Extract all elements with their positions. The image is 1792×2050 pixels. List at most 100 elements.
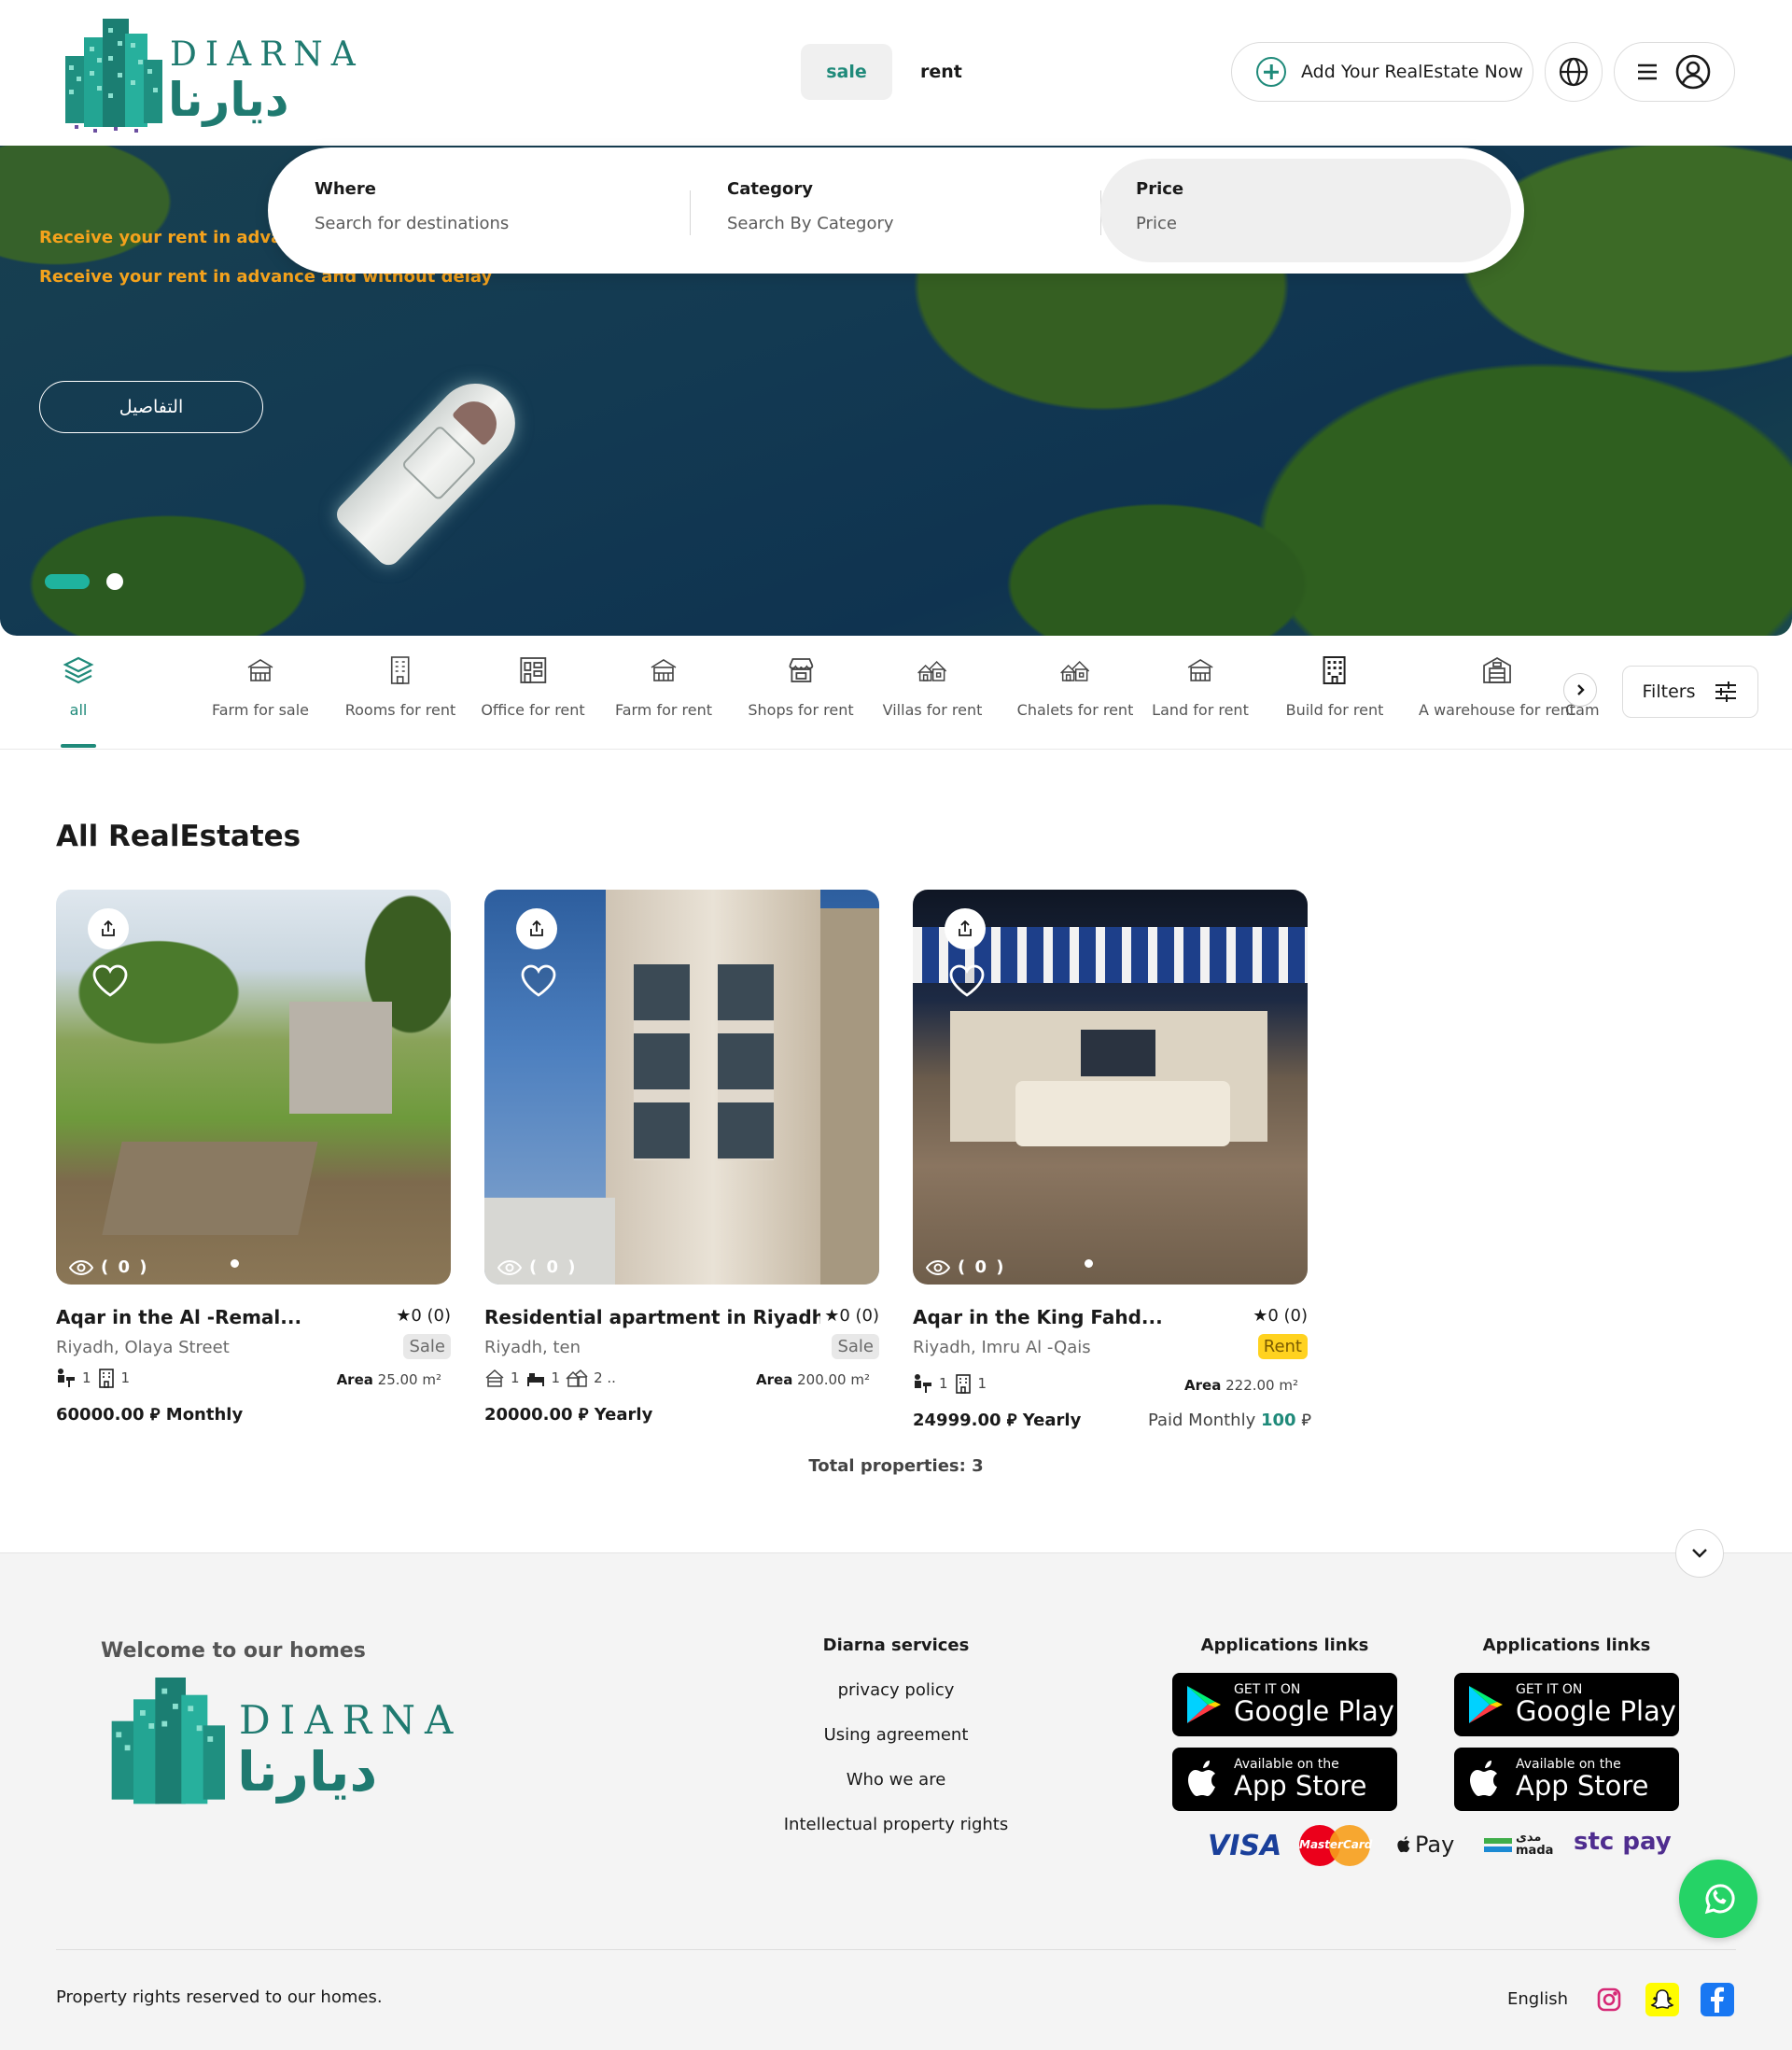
price-value: 24999.00 [913, 1411, 1001, 1430]
share-icon [959, 920, 972, 936]
feature-count: 1 [939, 1375, 948, 1392]
category-label: Build for rent [1285, 701, 1384, 719]
hamburger-icon [1638, 63, 1657, 80]
area-value: 222.00 m² [1225, 1377, 1298, 1394]
property-photo[interactable]: ( 0 ) [56, 890, 451, 1285]
share-button[interactable] [945, 908, 986, 949]
snapchat-link[interactable] [1645, 1983, 1679, 2016]
scroll-down-button[interactable] [1675, 1529, 1724, 1578]
category-input[interactable]: Search By Category [727, 214, 1100, 233]
layers-icon [63, 656, 94, 684]
brand-logo[interactable]: DIARNA ديارنا [56, 15, 356, 134]
house-outline-icon [566, 1369, 588, 1387]
category-farm-for-rent[interactable]: Farm for rent [615, 654, 712, 719]
feature-count: 1 [120, 1369, 131, 1386]
add-realestate-button[interactable]: Add Your RealEstate Now [1231, 42, 1533, 102]
hero-details-button[interactable]: التفاصيل [39, 381, 263, 433]
status-badge: Sale [403, 1334, 451, 1359]
category-label: Chalets for rent [1016, 701, 1134, 719]
property-title[interactable]: Aqar in the Al -Remal... [56, 1306, 355, 1328]
category-bar: all Farm for sale Rooms for rent Office … [0, 636, 1792, 750]
language-button[interactable] [1545, 42, 1603, 102]
tab-rent[interactable]: rent [892, 44, 990, 100]
footer-link-about[interactable]: Who we are [756, 1770, 1036, 1790]
price-input[interactable]: Price [1136, 214, 1511, 233]
category-label: Category [727, 179, 814, 199]
property-card[interactable]: ( 0 ) Residential apartment in Riyadh ★0… [484, 890, 879, 1425]
footer-divider [56, 1949, 1736, 1950]
footer-link-ip-rights[interactable]: Intellectual property rights [756, 1815, 1036, 1834]
building-side-shape [820, 908, 879, 1285]
property-card[interactable]: ( 0 ) Aqar in the King Fahd... ★0 (0) Ri… [913, 890, 1311, 1430]
account-menu-button[interactable] [1614, 42, 1735, 102]
instagram-link[interactable] [1592, 1983, 1626, 2016]
share-button[interactable] [88, 908, 129, 949]
language-switcher[interactable]: English [1507, 1989, 1568, 2009]
riyal-currency-icon: ⃁ [149, 1405, 161, 1425]
mode-tabs: sale rent [801, 44, 990, 100]
whatsapp-button[interactable] [1679, 1860, 1757, 1938]
mada-label: mada [1516, 1844, 1554, 1858]
window-shape [1081, 1030, 1155, 1076]
share-button[interactable] [516, 908, 557, 949]
search-where[interactable]: Where Search for destinations [268, 159, 690, 262]
chevron-down-icon [1692, 1549, 1707, 1558]
app-store-badge[interactable]: Available on the App Store [1172, 1748, 1397, 1811]
footer-link-privacy[interactable]: privacy policy [756, 1680, 1036, 1700]
feature-count: 2 .. [594, 1369, 616, 1386]
carousel-dot-active[interactable] [45, 574, 90, 589]
category-build-for-rent[interactable]: Build for rent [1285, 654, 1384, 719]
category-chalets-for-rent[interactable]: Chalets for rent [1016, 654, 1134, 719]
property-rating: ★0 (0) [396, 1306, 451, 1326]
where-input[interactable]: Search for destinations [315, 214, 690, 233]
footer-link-agreement[interactable]: Using agreement [756, 1725, 1036, 1745]
tab-sale[interactable]: sale [801, 44, 892, 100]
category-rooms-for-rent[interactable]: Rooms for rent [345, 654, 455, 719]
footer-logo[interactable]: DIARNA ديارنا [101, 1673, 453, 1813]
brand-name-en: DIARNA [239, 1697, 463, 1743]
category-office-for-rent[interactable]: Office for rent [481, 654, 585, 719]
shop-icon [789, 658, 813, 682]
property-title[interactable]: Aqar in the King Fahd... [913, 1306, 1211, 1328]
photo-dot[interactable] [1085, 1259, 1093, 1268]
feature-count: 1 [551, 1369, 561, 1386]
favorite-heart-icon[interactable] [520, 964, 557, 998]
google-play-badge[interactable]: GET IT ON Google Play [1172, 1673, 1397, 1736]
category-label: all [69, 701, 88, 719]
search-category[interactable]: Category Search By Category [690, 159, 1100, 262]
property-photo[interactable]: ( 0 ) [484, 890, 879, 1285]
facebook-link[interactable] [1701, 1983, 1734, 2016]
category-scroll-next-button[interactable] [1563, 673, 1597, 707]
favorite-heart-icon[interactable] [948, 964, 986, 998]
property-card[interactable]: ( 0 ) Aqar in the Al -Remal... ★0 (0) Ri… [56, 890, 451, 1425]
carousel-dot[interactable] [106, 573, 123, 590]
google-play-badge[interactable]: GET IT ON Google Play [1454, 1673, 1679, 1736]
hero-boat-image [331, 367, 532, 570]
property-photo[interactable]: ( 0 ) [913, 890, 1308, 1285]
status-badge: Rent [1257, 1334, 1308, 1359]
photo-dot[interactable] [231, 1259, 239, 1268]
globe-icon [1559, 57, 1589, 87]
search-price[interactable]: Price Price [1100, 159, 1511, 262]
category-all[interactable]: all [63, 654, 94, 719]
land-icon [1187, 659, 1213, 681]
chalet-icon [1060, 660, 1090, 681]
user-avatar-icon [1675, 54, 1711, 90]
filters-button[interactable]: Filters [1622, 666, 1758, 718]
category-label: Office for rent [481, 701, 585, 719]
brand-name-en: DIARNA [170, 35, 364, 74]
facebook-icon [1711, 1987, 1724, 2013]
category-farm-for-sale[interactable]: Farm for sale [212, 654, 309, 719]
property-location: Riyadh, Olaya Street [56, 1338, 230, 1357]
property-area: Area 222.00 m² [1184, 1377, 1298, 1394]
property-title[interactable]: Residential apartment in Riyadh [484, 1306, 820, 1328]
category-land-for-rent[interactable]: Land for rent [1152, 654, 1249, 719]
category-warehouse-for-rent[interactable]: A warehouse for rent [1419, 654, 1575, 719]
app-store-badge[interactable]: Available on the App Store [1454, 1748, 1679, 1811]
category-villas-for-rent[interactable]: Villas for rent [883, 654, 982, 719]
favorite-heart-icon[interactable] [91, 964, 129, 998]
views-counter: ( 0 ) [497, 1257, 578, 1277]
snapchat-icon [1650, 1989, 1674, 2009]
paid-label: Paid Monthly [1147, 1411, 1256, 1430]
category-shops-for-rent[interactable]: Shops for rent [748, 654, 854, 719]
